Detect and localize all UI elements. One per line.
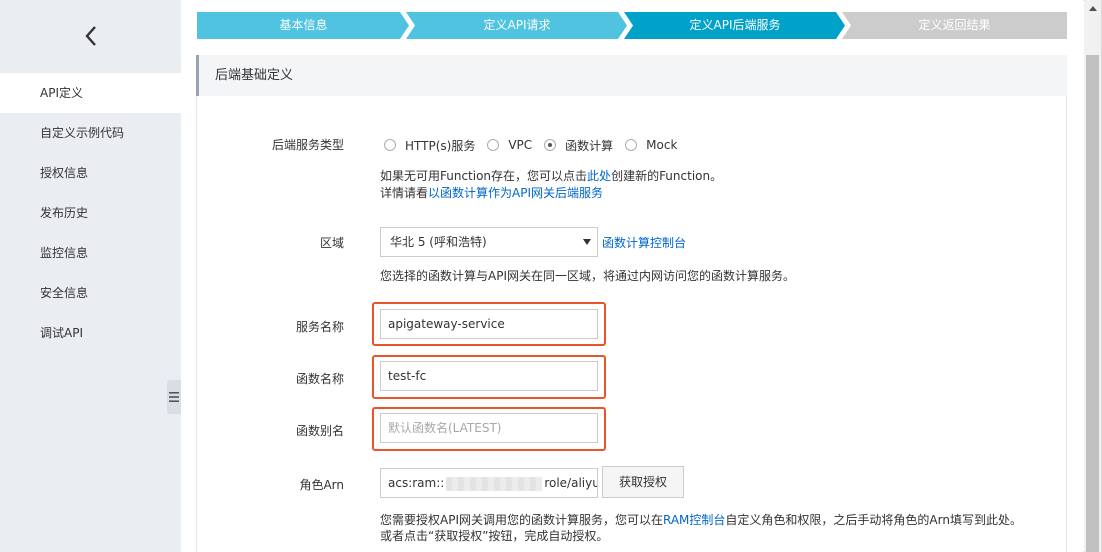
sidebar-item-authorization[interactable]: 授权信息: [0, 153, 181, 193]
chevron-left-icon: [84, 26, 96, 46]
step-define-backend: 定义API后端服务: [624, 12, 846, 39]
function-alias-input[interactable]: [380, 413, 598, 443]
collapse-handle-icon: [169, 392, 179, 402]
radio-vpc[interactable]: [487, 139, 500, 151]
service-name-label: 服务名称: [295, 320, 344, 334]
create-function-link[interactable]: 此处: [587, 169, 611, 183]
role-arn-label: 角色Arn: [299, 478, 344, 492]
step-basic-info: 基本信息: [197, 12, 410, 39]
function-hint-line1: 如果无可用Function存在，您可以点击此处创建新的Function。: [380, 167, 722, 184]
arn-suffix: role/aliyu: [544, 476, 598, 490]
fc-doc-link[interactable]: 以函数计算作为API网关后端服务: [428, 186, 603, 200]
back-button[interactable]: [0, 0, 181, 72]
radio-mock-label[interactable]: Mock: [646, 138, 677, 152]
region-hint: 您选择的函数计算与API网关在同一区域，将通过内网访问您的函数计算服务。: [380, 269, 795, 283]
hint-text: 详情请看: [380, 186, 429, 200]
hint-text: 创建新的Function。: [611, 169, 723, 183]
arn-prefix: acs:ram::: [388, 476, 445, 490]
step-define-request: 定义API请求: [406, 12, 628, 39]
get-authorization-button[interactable]: 获取授权: [602, 466, 684, 498]
sidebar-item-debug-api[interactable]: 调试API: [0, 313, 181, 353]
role-arn-hint-line2: 或者点击“获取授权”按钮，完成自动授权。: [380, 529, 609, 543]
backend-type-label: 后端服务类型: [271, 138, 344, 152]
step-label: 定义API请求: [483, 18, 551, 32]
step-label: 基本信息: [279, 18, 328, 32]
section-title: 后端基础定义: [196, 55, 1067, 96]
redacted-account-id: [446, 476, 543, 491]
region-selected-value: 华北 5 (呼和浩特): [390, 235, 487, 249]
sidebar-item-monitoring[interactable]: 监控信息: [0, 233, 181, 273]
sidebar-item-security[interactable]: 安全信息: [0, 273, 181, 313]
radio-function-compute[interactable]: [544, 139, 557, 151]
caret-down-icon: [583, 239, 591, 245]
role-arn-hint-line1: 您需要授权API网关调用您的函数计算服务，您可以在RAM控制台自定义角色和权限，…: [380, 511, 1022, 528]
function-alias-label: 函数别名: [295, 424, 344, 438]
role-arn-input[interactable]: acs:ram:: role/aliyu: [380, 468, 598, 498]
radio-http[interactable]: [384, 139, 396, 151]
sidebar-item-api-definition[interactable]: API定义: [0, 73, 181, 113]
step-define-response: 定义返回结果: [842, 12, 1067, 39]
scroll-up-arrow-icon[interactable]: [1084, 0, 1101, 17]
region-select[interactable]: 华北 5 (呼和浩特): [380, 227, 598, 257]
sidebar-item-publish-history[interactable]: 发布历史: [0, 193, 181, 233]
collapse-sidebar-button[interactable]: [167, 380, 181, 414]
hint-text: 如果无可用Function存在，您可以点击: [380, 169, 588, 183]
ram-console-link[interactable]: RAM控制台: [663, 513, 725, 527]
radio-mock[interactable]: [625, 139, 638, 151]
fc-console-link[interactable]: 函数计算控制台: [602, 234, 686, 251]
radio-http-label[interactable]: HTTP(s)服务: [405, 137, 475, 154]
region-label: 区域: [319, 236, 344, 250]
hint-text: 您需要授权API网关调用您的函数计算服务，您可以在: [380, 513, 663, 527]
sidebar: API定义 自定义示例代码 授权信息 发布历史 监控信息 安全信息 调试API: [0, 0, 181, 552]
function-name-input[interactable]: [380, 361, 598, 391]
step-label: 定义返回结果: [918, 18, 991, 32]
function-name-label: 函数名称: [295, 372, 344, 386]
radio-vpc-label[interactable]: VPC: [508, 138, 532, 152]
sidebar-item-sample-code[interactable]: 自定义示例代码: [0, 113, 181, 153]
radio-function-compute-label[interactable]: 函数计算: [565, 137, 613, 154]
scrollbar-thumb[interactable]: [1086, 55, 1099, 552]
hint-text: 自定义角色和权限，之后手动将角色的Arn填写到此处。: [725, 513, 1022, 527]
backend-type-radio-group: HTTP(s)服务 VPC 函数计算 Mock: [384, 137, 689, 153]
function-hint-line2: 详情请看以函数计算作为API网关后端服务: [380, 184, 603, 201]
step-label: 定义API后端服务: [689, 18, 781, 32]
service-name-input[interactable]: [380, 309, 598, 339]
